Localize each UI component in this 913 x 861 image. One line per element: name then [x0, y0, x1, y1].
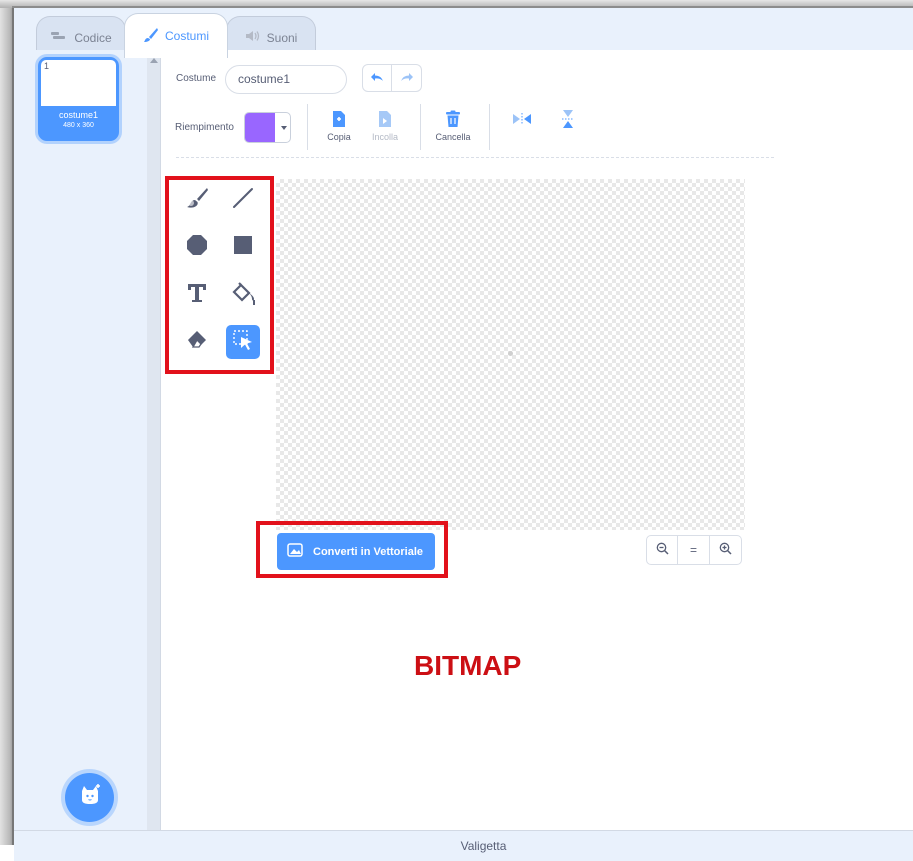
window-frame-line — [12, 6, 913, 8]
flip-vertical-icon — [543, 108, 593, 130]
paste-icon — [360, 108, 410, 130]
zoom-out-icon — [656, 542, 669, 558]
undo-button[interactable] — [362, 64, 392, 92]
costume-list-panel — [14, 50, 147, 830]
backpack-label: Valigetta — [460, 839, 507, 853]
tab-strip: Codice Costumi Suoni — [14, 8, 913, 58]
fill-color-picker[interactable] — [244, 112, 291, 143]
flip-horizontal-button[interactable] — [497, 108, 547, 130]
costume-thumbnail — [41, 60, 116, 106]
paste-label: Incolla — [371, 132, 398, 142]
cat-add-icon — [78, 783, 102, 812]
costume-name-label: Costume — [176, 73, 217, 84]
code-icon — [50, 30, 68, 45]
trash-icon — [428, 108, 478, 130]
zoom-in-icon — [719, 542, 732, 558]
redo-button[interactable] — [392, 64, 422, 92]
delete-label: Cancella — [435, 132, 471, 142]
caret-down-icon — [281, 126, 287, 130]
window-frame-line — [12, 6, 14, 845]
paint-canvas[interactable] — [276, 179, 745, 530]
costume-tile[interactable]: 1 costume1 480 x 360 — [38, 57, 119, 141]
undo-icon — [370, 69, 384, 87]
tab-sounds-label: Suoni — [266, 30, 298, 45]
costume-tile-name: costume1 — [58, 110, 99, 120]
zoom-controls: = — [646, 535, 742, 565]
copy-icon — [314, 108, 364, 130]
zoom-reset-label: = — [689, 543, 697, 557]
speaker-icon — [245, 30, 261, 45]
redo-icon — [400, 69, 414, 87]
tool-palette-highlight — [165, 176, 274, 374]
flip-horizontal-icon — [497, 108, 547, 130]
copy-label: Copia — [327, 132, 351, 142]
tab-costumes[interactable]: Costumi — [124, 13, 228, 58]
costume-list-scrollbar[interactable] — [147, 50, 161, 830]
fill-color-swatch — [245, 113, 275, 142]
tab-costumes-label: Costumi — [164, 29, 209, 43]
flip-vertical-button[interactable] — [543, 108, 593, 130]
toolbar-divider — [420, 104, 421, 150]
undo-redo-group — [362, 64, 423, 92]
paste-button[interactable]: Incolla — [360, 108, 410, 142]
zoom-reset-button[interactable]: = — [678, 535, 710, 565]
costume-number: 1 — [44, 61, 50, 71]
toolbar-divider — [489, 104, 490, 150]
backpack-bar[interactable]: Valigetta — [14, 830, 913, 861]
zoom-in-button[interactable] — [710, 535, 742, 565]
toolbar-separator — [176, 157, 774, 158]
copy-button[interactable]: Copia — [314, 108, 364, 142]
bitmap-mode-annotation: BITMAP — [414, 650, 522, 681]
toolbar-divider — [307, 104, 308, 150]
costume-name-input[interactable]: costume1 — [225, 65, 347, 94]
fill-label: Riempimento — [175, 122, 234, 133]
canvas-center-point — [508, 351, 513, 356]
zoom-out-button[interactable] — [646, 535, 678, 565]
costume-tile-size: 480 x 360 — [63, 122, 94, 129]
convert-button-highlight — [256, 521, 448, 578]
delete-button[interactable]: Cancella — [428, 108, 478, 142]
brush-icon — [143, 27, 159, 46]
add-costume-button[interactable] — [65, 773, 114, 822]
editor-window: Codice Costumi Suoni 1 costume1 480 x 36… — [0, 0, 913, 861]
scroll-up-arrow-icon[interactable] — [150, 58, 158, 63]
tab-code-label: Codice — [74, 30, 112, 45]
